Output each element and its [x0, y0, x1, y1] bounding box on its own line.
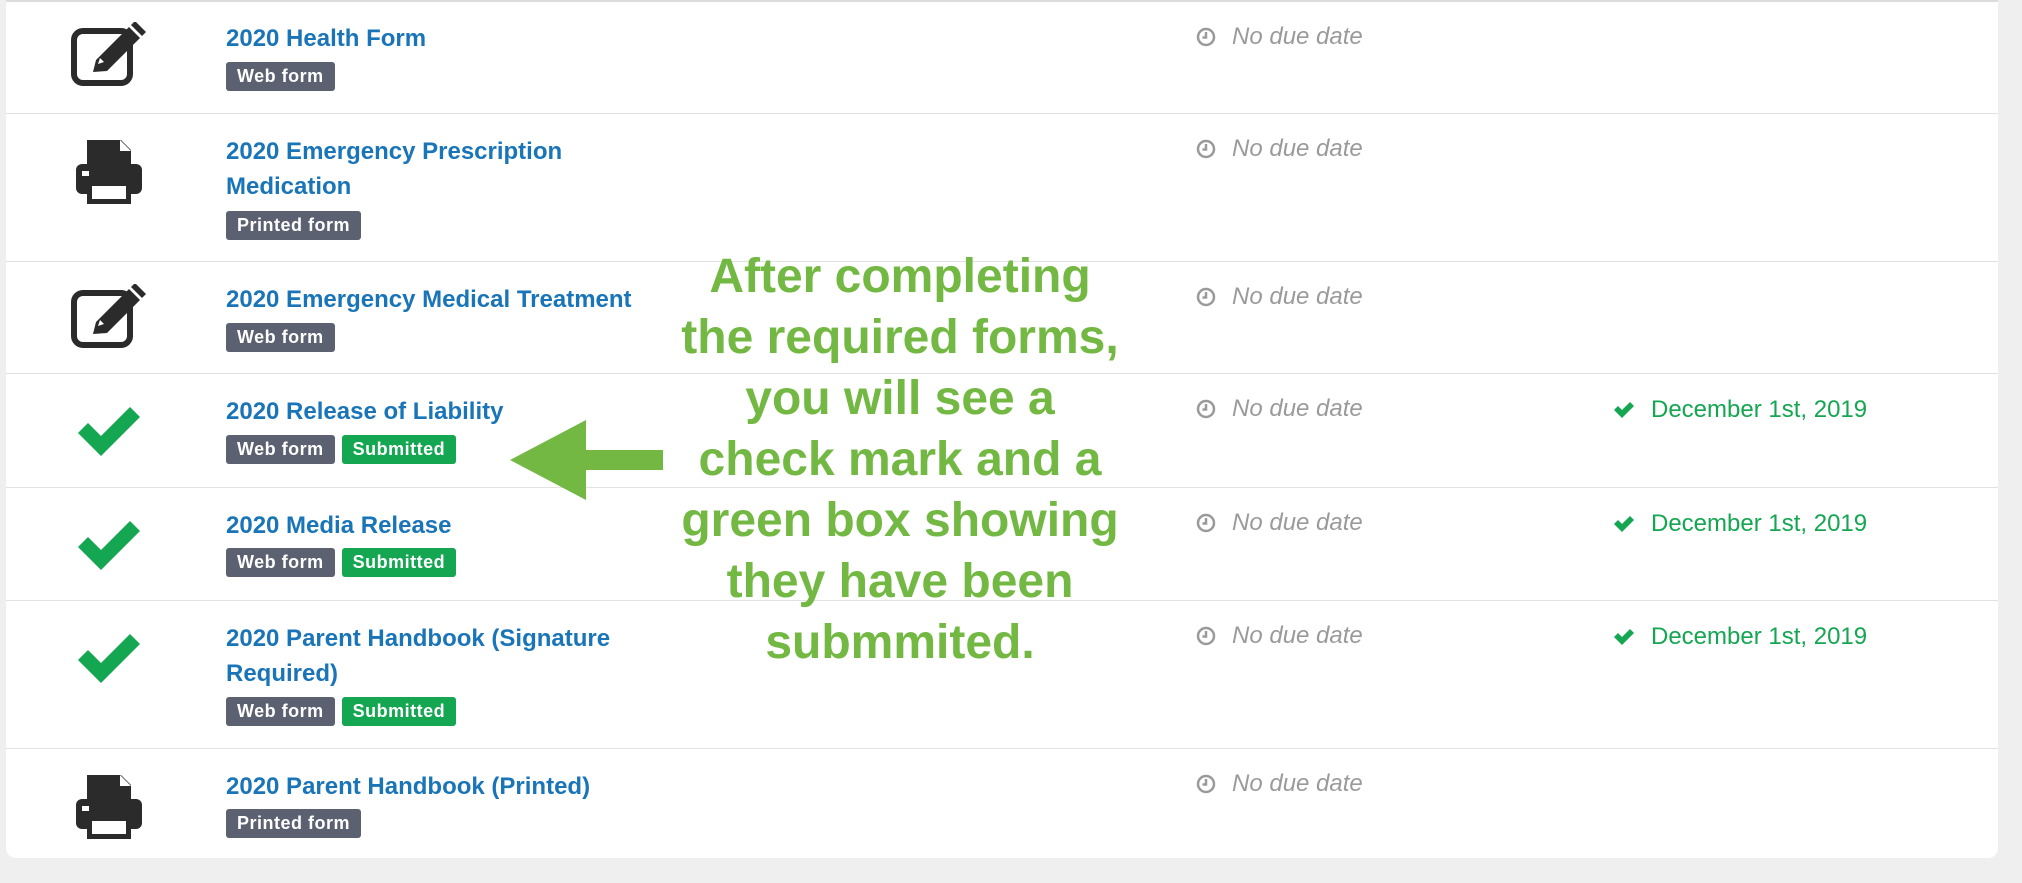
due-date: No due date — [1196, 509, 1363, 537]
edit-form-icon — [63, 22, 155, 102]
form-title-link[interactable]: 2020 Health Form — [226, 21, 746, 56]
checkmark-icon — [63, 633, 155, 713]
submitted-date: December 1st, 2019 — [1613, 396, 1867, 424]
due-date-text: No due date — [1232, 509, 1363, 536]
form-type-badge: Web form — [226, 62, 335, 91]
due-date-text: No due date — [1232, 395, 1363, 422]
form-type-badge: Printed form — [226, 809, 362, 838]
submitted-date: December 1st, 2019 — [1613, 510, 1867, 538]
submitted-date-text: December 1st, 2019 — [1651, 510, 1868, 537]
clock-icon — [1196, 626, 1216, 646]
due-date-text: No due date — [1232, 770, 1363, 797]
form-type-badge: Web form — [226, 323, 335, 352]
badge-group: Web form — [226, 62, 335, 91]
printer-icon — [63, 773, 155, 853]
form-row: 2020 Emergency Prescription Medication P… — [6, 114, 1998, 262]
form-title-link[interactable]: 2020 Emergency Prescription Medication — [226, 134, 606, 204]
due-date: No due date — [1196, 23, 1363, 51]
submitted-badge: Submitted — [341, 435, 457, 464]
instruction-annotation: After completing the required forms, you… — [681, 250, 1119, 669]
clock-icon — [1196, 774, 1216, 794]
submitted-date-text: December 1st, 2019 — [1651, 623, 1868, 650]
arrow-left-icon — [510, 420, 663, 500]
form-title-link[interactable]: 2020 Parent Handbook (Signature Required… — [226, 621, 646, 691]
clock-icon — [1196, 513, 1216, 533]
form-type-badge: Web form — [226, 435, 335, 464]
due-date: No due date — [1196, 283, 1363, 311]
badge-group: Web form — [226, 323, 335, 352]
due-date: No due date — [1196, 395, 1363, 423]
submitted-badge: Submitted — [341, 548, 457, 577]
due-date-text: No due date — [1232, 23, 1363, 50]
checkmark-icon — [63, 406, 155, 486]
checkmark-icon — [63, 520, 155, 600]
form-title-link[interactable]: 2020 Parent Handbook (Printed) — [226, 769, 746, 804]
check-small-icon — [1614, 402, 1634, 418]
due-date-text: No due date — [1232, 283, 1363, 310]
check-small-icon — [1614, 629, 1634, 645]
form-type-badge: Printed form — [226, 211, 362, 240]
form-type-badge: Web form — [226, 697, 335, 726]
submitted-date-text: December 1st, 2019 — [1651, 396, 1868, 423]
badge-group: Printed form — [226, 211, 362, 240]
form-row: 2020 Parent Handbook (Printed) Printed f… — [6, 749, 1998, 860]
due-date: No due date — [1196, 770, 1363, 798]
submitted-date: December 1st, 2019 — [1613, 623, 1867, 651]
due-date-text: No due date — [1232, 135, 1363, 162]
submitted-badge: Submitted — [341, 697, 457, 726]
due-date: No due date — [1196, 135, 1363, 163]
edit-form-icon — [63, 284, 155, 364]
badge-group: Web form Submitted — [226, 697, 457, 726]
badge-group: Web form Submitted — [226, 548, 457, 577]
printer-icon — [63, 138, 155, 218]
clock-icon — [1196, 27, 1216, 47]
due-date-text: No due date — [1232, 622, 1363, 649]
clock-icon — [1196, 139, 1216, 159]
clock-icon — [1196, 399, 1216, 419]
check-small-icon — [1614, 516, 1634, 532]
clock-icon — [1196, 287, 1216, 307]
due-date: No due date — [1196, 622, 1363, 650]
badge-group: Web form Submitted — [226, 435, 457, 464]
form-row: 2020 Health Form Web form No due date — [6, 2, 1998, 114]
form-type-badge: Web form — [226, 548, 335, 577]
badge-group: Printed form — [226, 809, 362, 838]
